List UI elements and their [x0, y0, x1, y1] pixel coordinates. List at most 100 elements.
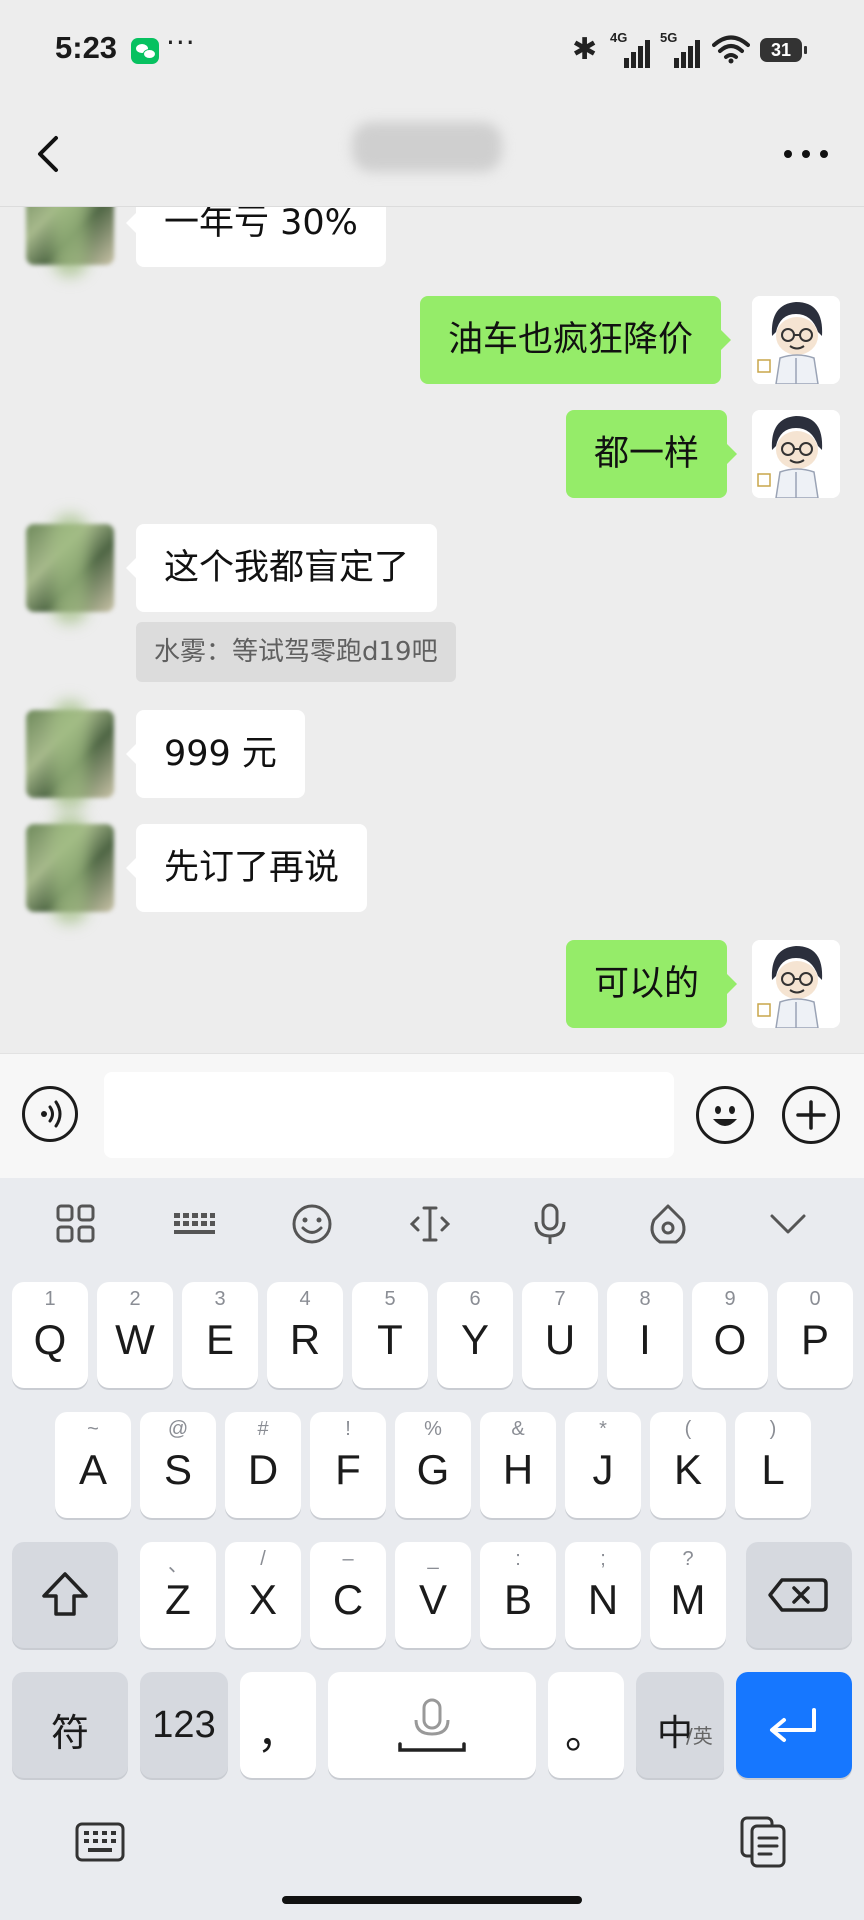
key-w[interactable]: 2W [97, 1282, 173, 1388]
enter-key[interactable] [736, 1672, 852, 1778]
contact-avatar[interactable] [26, 824, 114, 912]
status-time: 5:23 [55, 30, 118, 65]
key-label: X [248, 1576, 277, 1623]
key-x[interactable]: / X [225, 1542, 301, 1648]
numbers-key[interactable]: 123 [140, 1672, 228, 1778]
key-p[interactable]: 0P [777, 1282, 853, 1388]
key-label: G [416, 1446, 450, 1493]
message-bubble-left[interactable]: 先订了再说 [125, 824, 368, 912]
key-label: 符 [50, 1713, 89, 1755]
my-avatar[interactable] [752, 940, 840, 1028]
key-i[interactable]: 8I [607, 1282, 683, 1388]
plus-icon[interactable] [782, 1086, 840, 1144]
cursor-icon[interactable] [406, 1200, 454, 1248]
message-bubble-left[interactable]: 这个我都盲定了 [125, 524, 438, 612]
key-alt-label: 0 [809, 1288, 821, 1310]
clipboard-icon[interactable] [736, 1814, 792, 1870]
key-c[interactable]: – C [310, 1542, 386, 1648]
key-alt-label: 8 [639, 1288, 651, 1310]
key-u[interactable]: 7U [522, 1282, 598, 1388]
my-avatar[interactable] [752, 410, 840, 498]
key-alt-label: ? [682, 1548, 694, 1570]
message-bubble-left[interactable]: 一年亏 30% [126, 207, 386, 267]
key-a[interactable]: ~ A [55, 1412, 131, 1518]
enter-icon [770, 1708, 816, 1742]
status-bar: 5:23 ··· ✱ 4G 5G 31 [0, 0, 864, 100]
key-label: V [418, 1576, 447, 1623]
key-s[interactable]: @ S [140, 1412, 216, 1518]
key-h[interactable]: & H [480, 1412, 556, 1518]
key-label: B [503, 1576, 532, 1623]
key-l[interactable]: ) L [735, 1412, 811, 1518]
space-mic-icon [398, 1698, 466, 1752]
chat-message-list[interactable]: 一年亏 30% 油车也疯狂降价 都一样 这个我都盲定了 水雾：等试驾零跑d19吧… [0, 207, 864, 1053]
key-label: 。 [564, 1710, 607, 1757]
key-alt-label: 7 [554, 1288, 566, 1310]
comma-key[interactable]: ， [240, 1672, 316, 1778]
key-g[interactable]: % G [395, 1412, 471, 1518]
quoted-reply[interactable]: 水雾：等试驾零跑d19吧 [136, 622, 456, 682]
key-label: K [673, 1446, 702, 1493]
key-label: L [761, 1446, 785, 1493]
contact-avatar[interactable] [26, 710, 114, 798]
key-alt-label: ~ [87, 1418, 99, 1440]
space-key[interactable] [328, 1672, 536, 1778]
grid-icon[interactable] [52, 1200, 100, 1248]
key-alt-label: # [257, 1418, 269, 1440]
key-t[interactable]: 5T [352, 1282, 428, 1388]
voice-icon[interactable] [22, 1086, 78, 1142]
key-label: D [247, 1446, 279, 1493]
language-switch-key[interactable]: 中 /英 [636, 1672, 724, 1778]
key-m[interactable]: ? M [650, 1542, 726, 1648]
key-label: I [639, 1316, 651, 1363]
more-horizontal-icon[interactable] [776, 132, 836, 176]
key-label: Y [460, 1316, 489, 1363]
key-e[interactable]: 3E [182, 1282, 258, 1388]
key-v[interactable]: _ V [395, 1542, 471, 1648]
keyboard-icon[interactable] [170, 1200, 218, 1248]
message-bubble-right[interactable]: 油车也疯狂降价 [420, 296, 732, 384]
key-q[interactable]: 1Q [12, 1282, 88, 1388]
wifi-icon [712, 35, 750, 64]
key-label: ， [256, 1710, 299, 1757]
message-input[interactable] [104, 1072, 674, 1158]
key-z[interactable]: 、 Z [140, 1542, 216, 1648]
key-alt-label: ; [600, 1548, 606, 1570]
chevron-down-icon[interactable] [764, 1200, 812, 1248]
my-avatar[interactable] [752, 296, 840, 384]
signal-5g-icon: 5G [660, 30, 700, 68]
key-alt-label: 5 [384, 1288, 396, 1310]
key-n[interactable]: ; N [565, 1542, 641, 1648]
chevron-left-icon[interactable] [30, 132, 70, 176]
message-bubble-right[interactable]: 可以的 [566, 940, 738, 1028]
key-f[interactable]: ! F [310, 1412, 386, 1518]
key-label: S [163, 1446, 192, 1493]
keyboard-icon[interactable] [74, 1818, 126, 1866]
key-k[interactable]: (K [650, 1412, 726, 1518]
key-alt-label: ( [684, 1418, 692, 1440]
key-sub-label: /英 [686, 1724, 713, 1748]
mic-icon[interactable] [526, 1200, 574, 1248]
cartoon-avatar-icon [752, 410, 840, 498]
theme-icon[interactable] [644, 1200, 692, 1248]
message-bubble-left[interactable]: 999 元 [126, 710, 305, 798]
period-key[interactable]: 。 [548, 1672, 624, 1778]
key-o[interactable]: 9O [692, 1282, 768, 1388]
key-j[interactable]: * J [565, 1412, 641, 1518]
symbols-key[interactable]: 符 [12, 1672, 128, 1778]
key-label: A [78, 1446, 107, 1493]
key-alt-label: 1 [44, 1288, 56, 1310]
key-y[interactable]: 6Y [437, 1282, 513, 1388]
backspace-key[interactable] [746, 1542, 852, 1648]
smile-icon[interactable] [288, 1200, 336, 1248]
message-bubble-right[interactable]: 都一样 [566, 410, 738, 498]
contact-avatar[interactable] [26, 524, 114, 612]
contact-avatar[interactable] [26, 207, 114, 265]
key-r[interactable]: 4R [267, 1282, 343, 1388]
emoji-icon[interactable] [696, 1086, 754, 1144]
home-indicator[interactable] [282, 1896, 582, 1904]
shift-key[interactable] [12, 1542, 118, 1648]
key-d[interactable]: # D [225, 1412, 301, 1518]
key-label: C [332, 1576, 364, 1623]
key-b[interactable]: :B [480, 1542, 556, 1648]
